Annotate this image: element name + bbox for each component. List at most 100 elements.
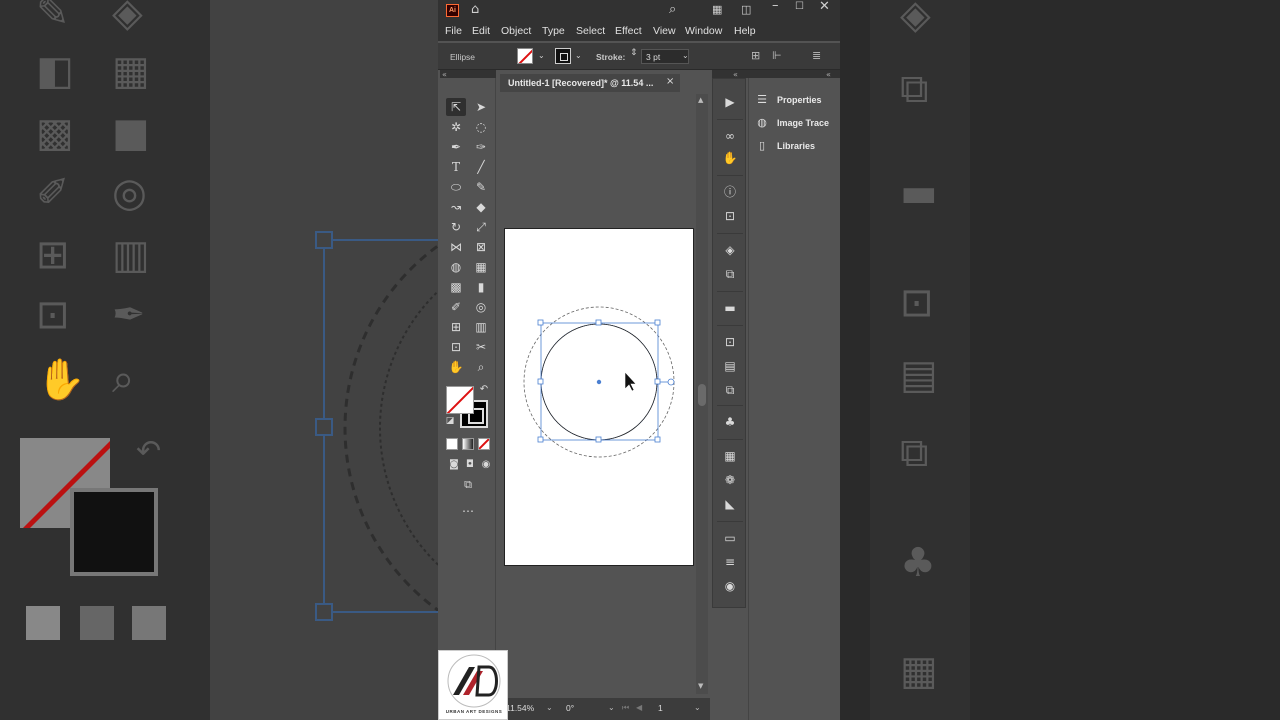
close-document-icon[interactable]: × xyxy=(666,76,674,87)
draw-inside-icon[interactable]: ◉ xyxy=(476,456,496,474)
rotation-value[interactable]: 0° xyxy=(566,703,574,713)
lasso-tool-icon[interactable]: ◌ xyxy=(471,118,491,136)
shape-builder-tool-icon[interactable]: ◍ xyxy=(446,258,466,276)
panel-menu-icon[interactable]: ≣ xyxy=(812,49,821,62)
menu-help[interactable]: Help xyxy=(734,25,756,37)
direct-selection-tool-icon[interactable]: ➤ xyxy=(471,98,491,116)
transparency-icon[interactable]: ◉ xyxy=(720,577,740,595)
blend-tool-icon[interactable]: ◎ xyxy=(471,298,491,316)
gradient-tool-icon[interactable]: ▮ xyxy=(471,278,491,296)
artboard-number[interactable]: 1 xyxy=(658,703,663,713)
hand-tool-icon[interactable]: ✋ xyxy=(446,358,466,376)
menu-object[interactable]: Object xyxy=(501,25,531,37)
swap-fill-stroke-icon[interactable]: ↶ xyxy=(474,381,494,399)
pen-tool-icon[interactable]: ✒ xyxy=(446,138,466,156)
zoom-caret[interactable]: ⌄ xyxy=(546,703,553,712)
stroke-stepper-icon[interactable]: ⇕ xyxy=(630,48,638,58)
zoom-level[interactable]: 11.54% xyxy=(506,703,534,713)
selection-tool-icon[interactable]: ⇱ xyxy=(446,98,466,116)
align-options-icon[interactable]: ⊞ xyxy=(751,49,760,62)
panel-properties[interactable]: ☰ Properties xyxy=(749,90,840,112)
free-transform-tool-icon[interactable]: ⊠ xyxy=(471,238,491,256)
menu-edit[interactable]: Edit xyxy=(472,25,490,37)
first-artboard-icon[interactable]: ⏮ xyxy=(622,703,629,713)
search-icon[interactable]: ⌕ xyxy=(669,2,676,17)
actions-play-icon[interactable]: ▶ xyxy=(720,93,740,111)
fill-color-box[interactable] xyxy=(446,386,474,414)
screen-mode-icon[interactable]: ⧉ xyxy=(458,476,478,494)
paintbrush-tool-icon[interactable]: ✎ xyxy=(471,178,491,196)
type-tool-icon[interactable]: T xyxy=(446,158,466,176)
puppet-warp-icon[interactable]: ✋ xyxy=(720,149,740,167)
menu-file[interactable]: File xyxy=(445,25,462,37)
rotation-caret[interactable]: ⌄ xyxy=(608,703,615,712)
info-icon[interactable]: ⓘ xyxy=(720,183,740,201)
width-tool-icon[interactable]: ⋈ xyxy=(446,238,466,256)
curvature-tool-icon[interactable]: ✑ xyxy=(471,138,491,156)
pathfinder-icon[interactable]: ⧉ xyxy=(720,381,740,399)
menu-view[interactable]: View xyxy=(653,25,676,37)
comments-icon[interactable]: ▬ xyxy=(720,299,740,317)
panel-libraries[interactable]: ▯ Libraries xyxy=(749,136,840,158)
artboards-icon[interactable]: ⧉ xyxy=(720,265,740,283)
default-colors-icon[interactable]: ◪ xyxy=(440,412,460,430)
arrange-documents-icon[interactable]: ▦ xyxy=(712,3,722,16)
slice-tool-icon[interactable]: ✂ xyxy=(471,338,491,356)
stroke-weight-caret[interactable]: ⌄ xyxy=(682,51,689,60)
artboard-caret[interactable]: ⌄ xyxy=(694,703,701,712)
line-tool-icon[interactable]: ╱ xyxy=(471,158,491,176)
panel-image-trace[interactable]: ◍ Image Trace xyxy=(749,113,840,135)
stroke-dropdown-caret[interactable]: ⌄ xyxy=(575,51,582,60)
navigator-icon[interactable]: ⊡ xyxy=(720,207,740,225)
artboard-tool-icon[interactable]: ⊡ xyxy=(446,338,466,356)
menu-type[interactable]: Type xyxy=(542,25,565,37)
workspace-icon[interactable]: ◫ xyxy=(741,3,751,16)
scroll-up-icon[interactable]: ▲ xyxy=(698,96,703,104)
swatches-icon[interactable]: ▦ xyxy=(720,447,740,465)
maximize-button[interactable]: ☐ xyxy=(795,1,804,12)
color-mode-button[interactable] xyxy=(446,438,458,450)
magic-wand-tool-icon[interactable]: ✲ xyxy=(446,118,466,136)
brushes-icon[interactable]: ❁ xyxy=(720,471,740,489)
gradient-panel-icon[interactable]: ▭ xyxy=(720,529,740,547)
eyedropper-tool-icon[interactable]: ✐ xyxy=(446,298,466,316)
minimize-button[interactable]: – xyxy=(772,0,779,13)
graphic-styles-icon[interactable]: ◣ xyxy=(720,495,740,513)
stroke-panel-icon[interactable]: ≡ xyxy=(720,553,740,571)
menu-window[interactable]: Window xyxy=(685,25,722,37)
edit-toolbar-icon[interactable]: ⋯ xyxy=(458,502,478,520)
menu-select[interactable]: Select xyxy=(576,25,605,37)
document-tab[interactable]: Untitled-1 [Recovered]* @ 11.54 ... xyxy=(500,74,680,92)
gradient-mode-button[interactable] xyxy=(462,438,474,450)
scale-tool-icon[interactable]: ⤢ xyxy=(471,218,491,236)
links-icon[interactable]: ∞ xyxy=(720,127,740,145)
previous-artboard-icon[interactable]: ◀ xyxy=(636,703,642,712)
none-mode-button[interactable] xyxy=(478,438,490,450)
symbol-sprayer-tool-icon[interactable]: ⊞ xyxy=(446,318,466,336)
perspective-grid-tool-icon[interactable]: ▦ xyxy=(471,258,491,276)
shaper-tool-icon[interactable]: ↝ xyxy=(446,198,466,216)
selected-ellipse[interactable] xyxy=(505,229,695,567)
menu-effect[interactable]: Effect xyxy=(615,25,642,37)
ellipse-tool-icon[interactable]: ⬭ xyxy=(446,178,466,196)
rotate-tool-icon[interactable]: ↻ xyxy=(446,218,466,236)
scroll-down-icon[interactable]: ▼ xyxy=(698,682,703,690)
align-icon[interactable]: ▤ xyxy=(720,357,740,375)
transform-icon[interactable]: ⊡ xyxy=(720,333,740,351)
fill-swatch[interactable] xyxy=(517,48,533,64)
vertical-scrollbar[interactable]: ▲ ▼ xyxy=(696,94,708,694)
scroll-thumb[interactable] xyxy=(698,384,706,406)
eraser-tool-icon[interactable]: ◆ xyxy=(471,198,491,216)
stroke-swatch[interactable] xyxy=(555,48,571,64)
bg-artboards-icon: ⧉ xyxy=(900,66,929,112)
artboard[interactable] xyxy=(504,228,694,566)
graph-tool-icon[interactable]: ▥ xyxy=(471,318,491,336)
close-window-button[interactable]: ✕ xyxy=(819,0,830,14)
transform-options-icon[interactable]: ⊩ xyxy=(772,49,782,62)
zoom-tool-icon[interactable]: ⌕ xyxy=(471,358,491,376)
layers-icon[interactable]: ◈ xyxy=(720,241,740,259)
fill-dropdown-caret[interactable]: ⌄ xyxy=(538,51,545,60)
symbols-icon[interactable]: ♣ xyxy=(720,413,740,431)
home-icon[interactable]: ⌂ xyxy=(471,2,479,17)
mesh-tool-icon[interactable]: ▩ xyxy=(446,278,466,296)
